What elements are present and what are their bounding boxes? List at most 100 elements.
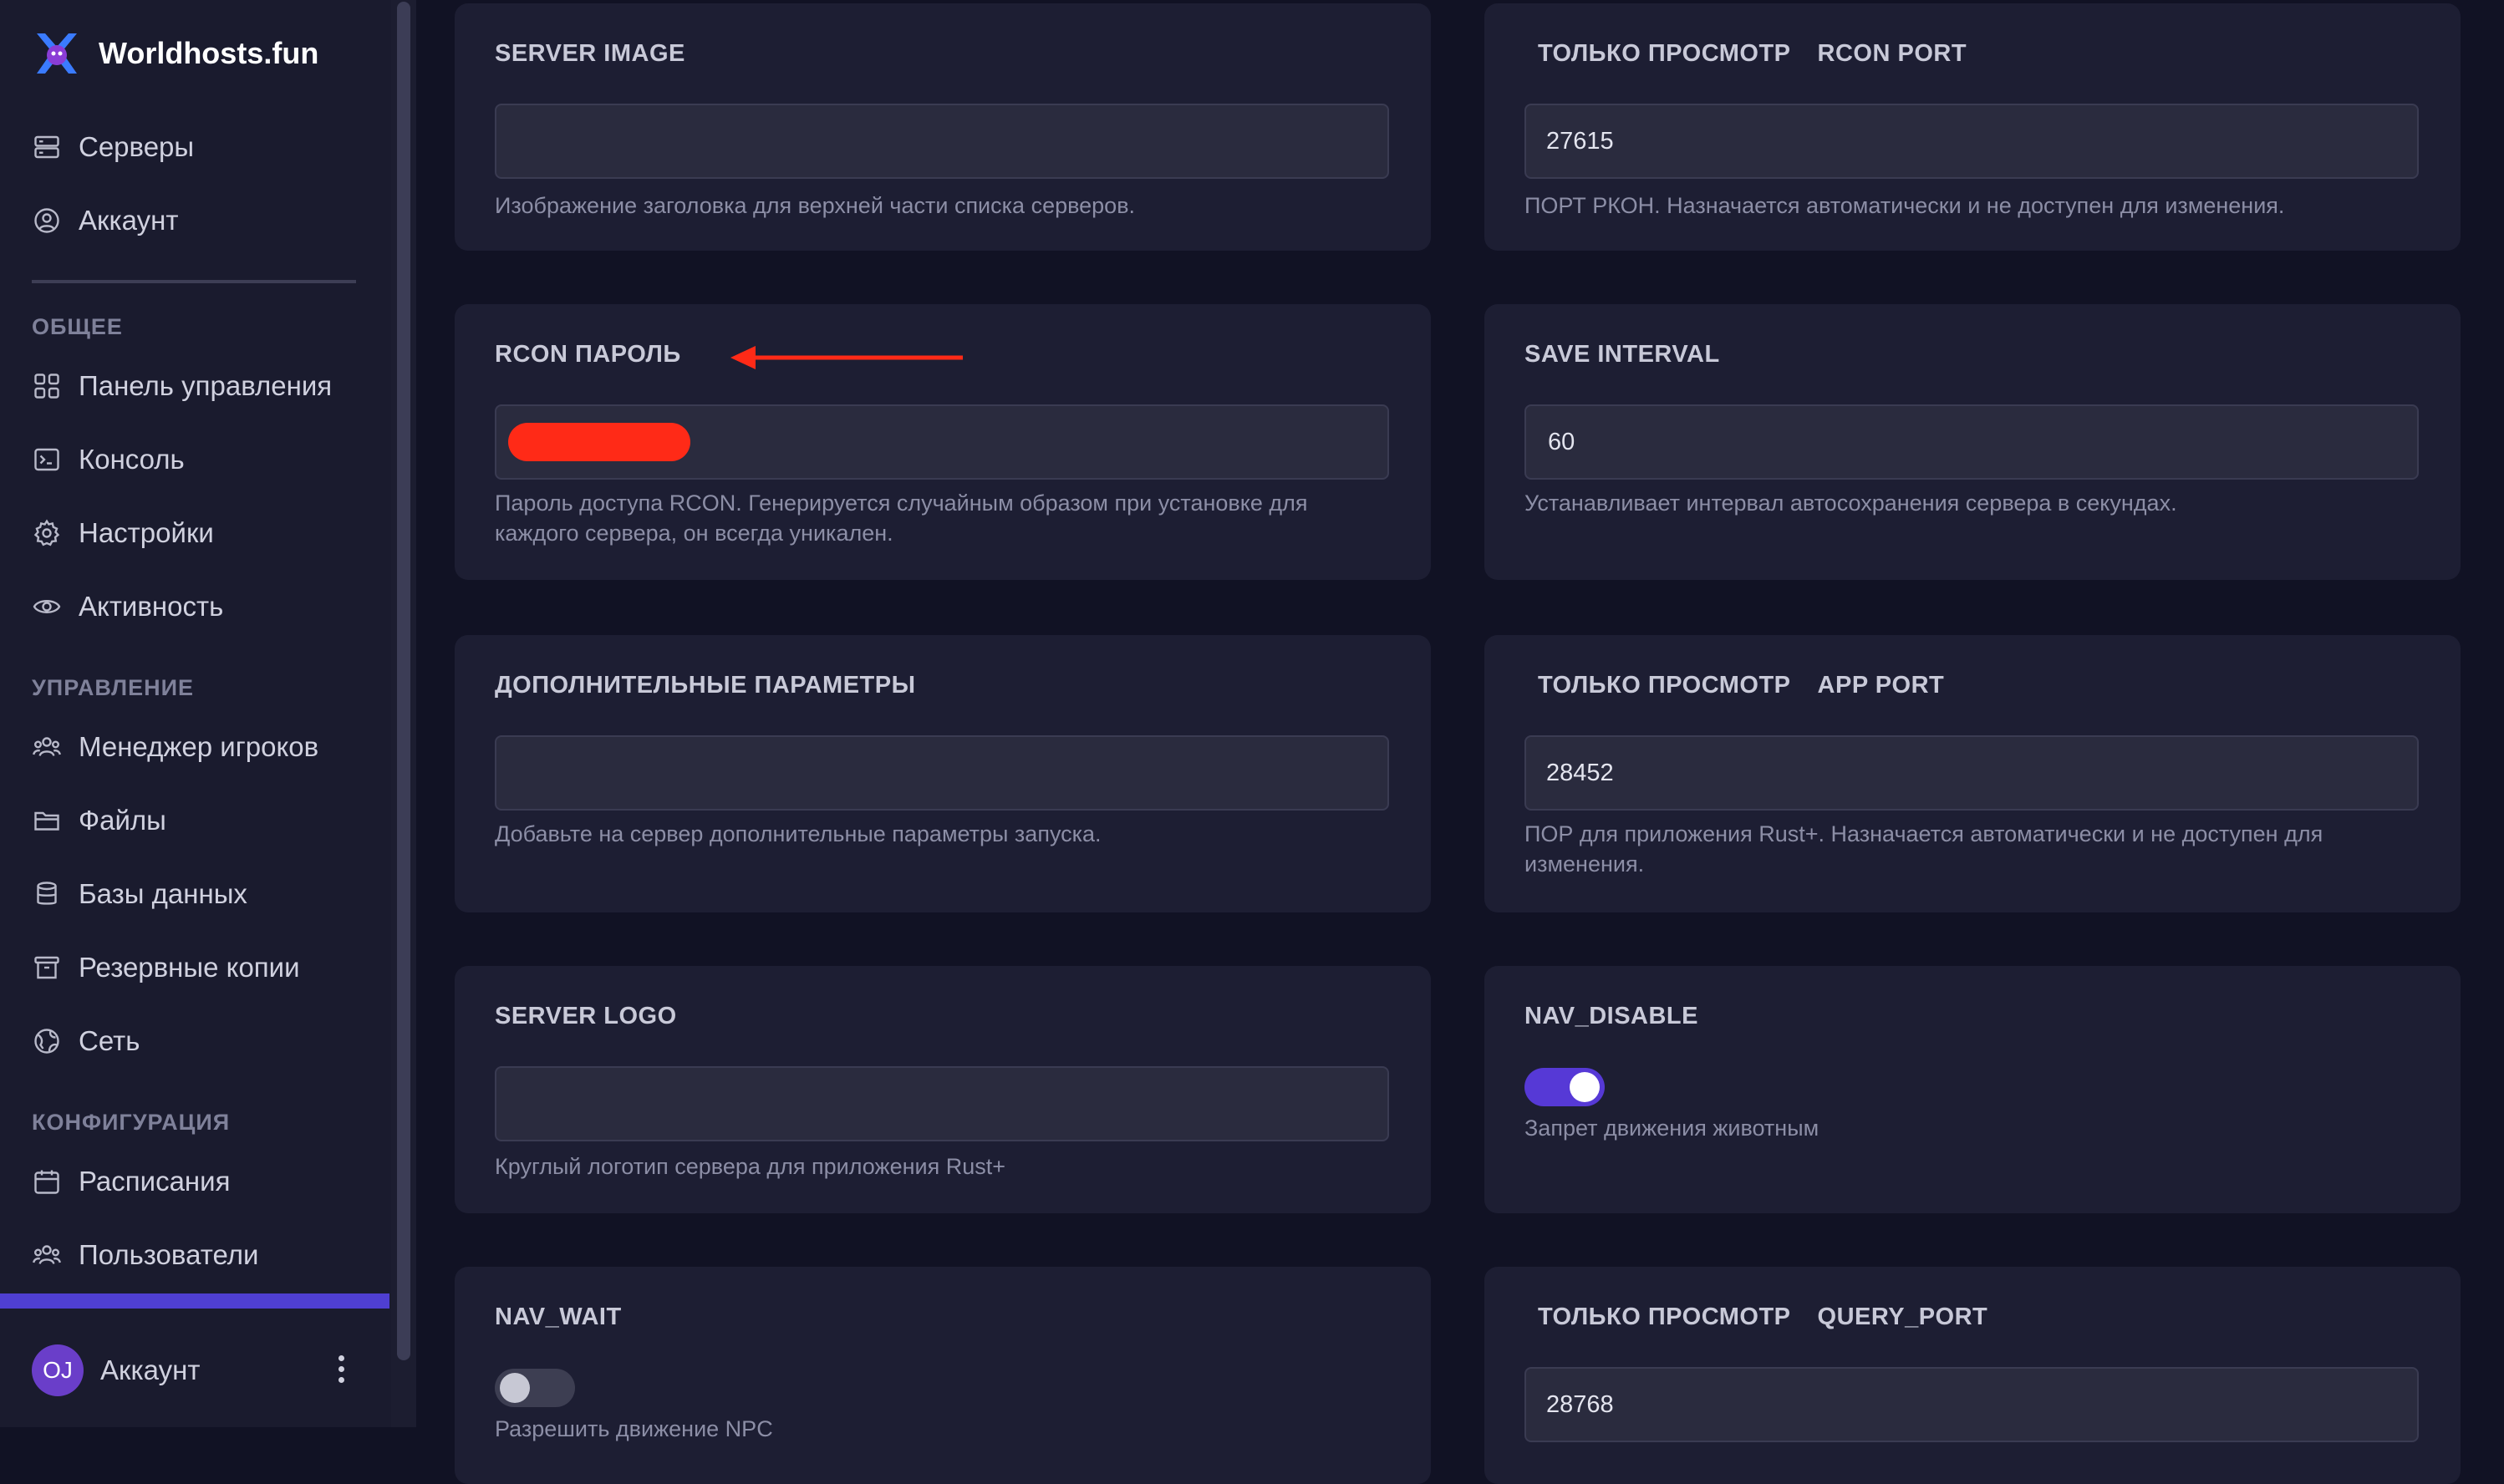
card-server-image: SERVER IMAGE Изображение заголовка для в… [455, 3, 1431, 251]
user-circle-icon [34, 208, 59, 233]
sidebar-item-label: Настройки [79, 517, 214, 548]
more-options-icon[interactable] [333, 1350, 349, 1390]
help-text: Пароль доступа RCON. Генерируется случай… [495, 490, 1308, 546]
rcon-port-input[interactable]: 27615 [1524, 104, 2419, 179]
globe-icon [34, 1029, 59, 1054]
help-text: Разрешить движение NPC [495, 1416, 773, 1441]
card-title-text: APP PORT [1817, 672, 1945, 699]
section-label-management: УПРАВЛЕНИЕ [32, 675, 195, 700]
terminal-icon [34, 448, 59, 471]
card-title: SERVER LOGO [495, 1003, 677, 1030]
annotation-arrow-icon [730, 346, 963, 369]
card-extra-params: ДОПОЛНИТЕЛЬНЫЕ ПАРАМЕТРЫ Добавьте на сер… [455, 635, 1431, 912]
sidebar-item-servers[interactable]: Серверы [32, 122, 194, 172]
app-port-input[interactable]: 28452 [1524, 735, 2419, 811]
card-title-text: NAV_WAIT [495, 1304, 622, 1330]
help-text: Изображение заголовка для верхней части … [495, 193, 1136, 218]
readonly-badge: ТОЛЬКО ПРОСМОТР [1538, 672, 1791, 699]
sidebar-item-label: Активность [79, 591, 224, 622]
sidebar-item-label: Сеть [79, 1025, 140, 1056]
sidebar-item-label: Файлы [79, 805, 166, 836]
calendar-icon [34, 1170, 59, 1194]
sidebar-item-label: Серверы [79, 131, 195, 162]
card-server-logo: SERVER LOGO Круглый логотип сервера для … [455, 966, 1431, 1213]
sidebar-item-users[interactable]: Пользователи [32, 1230, 258, 1280]
account-footer-label: Аккаунт [100, 1354, 201, 1385]
sidebar-item-backups[interactable]: Резервные копии [32, 943, 300, 993]
sidebar-item-label: Резервные копии [79, 952, 300, 983]
extra-params-input[interactable] [495, 735, 1389, 811]
active-item-indicator [0, 1293, 389, 1309]
sidebar-item-activity[interactable]: Активность [32, 582, 223, 632]
users-icon [33, 737, 61, 756]
help-text: Круглый логотип сервера для приложения R… [495, 1154, 1005, 1179]
server-logo-input[interactable] [495, 1066, 1389, 1141]
card-title-text: SAVE INTERVAL [1524, 341, 1720, 368]
card-title: SAVE INTERVAL [1524, 341, 1720, 368]
account-footer[interactable]: OJ Аккаунт [32, 1344, 349, 1397]
sidebar-item-label: Менеджер игроков [79, 731, 319, 762]
archive-icon [34, 956, 59, 979]
card-title: ТОЛЬКО ПРОСМОТР RCON PORT [1524, 40, 1967, 68]
folder-icon [34, 811, 59, 831]
card-title: ДОПОЛНИТЕЛЬНЫЕ ПАРАМЕТРЫ [495, 672, 916, 699]
sidebar-scrollbar[interactable] [391, 0, 416, 1427]
sidebar-item-console[interactable]: Консоль [32, 435, 185, 485]
card-app-port: ТОЛЬКО ПРОСМОТР APP PORT 28452 ПОР для п… [1484, 635, 2461, 912]
sidebar-item-dashboard[interactable]: Панель управления [32, 361, 332, 411]
card-nav-wait: NAV_WAIT Разрешить движение NPC [455, 1267, 1431, 1484]
save-interval-input[interactable] [1524, 404, 2419, 480]
sidebar-item-account[interactable]: Аккаунт [32, 196, 178, 246]
card-rcon-port: ТОЛЬКО ПРОСМОТР RCON PORT 27615 ПОРТ РКО… [1484, 3, 2461, 251]
sidebar-item-label: Аккаунт [79, 205, 179, 236]
sidebar-item-settings[interactable]: Настройки [32, 508, 214, 558]
sidebar-item-label: Базы данных [79, 878, 247, 909]
card-title: ТОЛЬКО ПРОСМОТР APP PORT [1524, 672, 1944, 699]
redacted-mask [508, 423, 690, 461]
sidebar-item-databases[interactable]: Базы данных [32, 869, 247, 919]
sidebar-item-label: Панель управления [79, 370, 333, 401]
sidebar-item-label: Пользователи [79, 1239, 259, 1270]
users-icon [33, 1245, 61, 1264]
server-logo-field[interactable] [517, 1067, 1367, 1141]
query-port-input[interactable]: 28768 [1524, 1367, 2419, 1442]
sidebar-item-network[interactable]: Сеть [32, 1016, 140, 1066]
card-title-text: NAV_DISABLE [1524, 1003, 1698, 1029]
sidebar-item-files[interactable]: Файлы [32, 795, 166, 846]
sidebar-item-label: Консоль [79, 444, 185, 475]
brand[interactable]: Worldhosts.fun [32, 28, 318, 79]
section-label-configuration: КОНФИГУРАЦИЯ [32, 1110, 231, 1135]
readonly-badge: ТОЛЬКО ПРОСМОТР [1538, 1304, 1791, 1330]
nav-wait-toggle[interactable] [495, 1369, 575, 1407]
server-image-field[interactable] [517, 104, 1367, 178]
sidebar-item-player-manager[interactable]: Менеджер игроков [32, 722, 318, 772]
rcon-password-input[interactable] [495, 404, 1389, 480]
toggle-knob [1570, 1072, 1600, 1102]
card-title-text: SERVER IMAGE [495, 40, 685, 67]
main-content: SERVER IMAGE Изображение заголовка для в… [416, 0, 2504, 1484]
card-title-text: QUERY_PORT [1817, 1304, 1988, 1330]
server-image-input[interactable] [495, 104, 1389, 179]
nav-disable-toggle[interactable] [1524, 1068, 1605, 1106]
card-title-text: RCON PORT [1817, 40, 1967, 67]
extra-params-field[interactable] [517, 736, 1367, 810]
readonly-badge: ТОЛЬКО ПРОСМОТР [1538, 40, 1791, 67]
help-text: ПОРТ РКОН. Назначается автоматически и н… [1524, 193, 2285, 218]
card-title-text: RCON ПАРОЛЬ [495, 341, 681, 368]
avatar[interactable]: OJ [32, 1344, 84, 1396]
card-title: RCON ПАРОЛЬ [495, 341, 681, 368]
sidebar-item-label: Расписания [79, 1166, 231, 1197]
card-title-text: SERVER LOGO [495, 1003, 677, 1029]
scrollbar-thumb[interactable] [397, 2, 410, 1360]
toggle-knob [500, 1373, 530, 1403]
brand-name: Worldhosts.fun [99, 36, 319, 70]
card-title-text: ДОПОЛНИТЕЛЬНЫЕ ПАРАМЕТРЫ [495, 672, 916, 699]
card-title: SERVER IMAGE [495, 40, 685, 68]
section-label-general: ОБЩЕЕ [32, 314, 123, 339]
save-interval-field[interactable] [1546, 405, 2397, 479]
sidebar-item-schedules[interactable]: Расписания [32, 1156, 230, 1207]
card-title: NAV_DISABLE [1524, 1003, 1698, 1030]
card-title: NAV_WAIT [495, 1304, 622, 1331]
card-title: ТОЛЬКО ПРОСМОТР QUERY_PORT [1524, 1304, 1987, 1331]
worldhosts-logo-icon [37, 33, 77, 74]
